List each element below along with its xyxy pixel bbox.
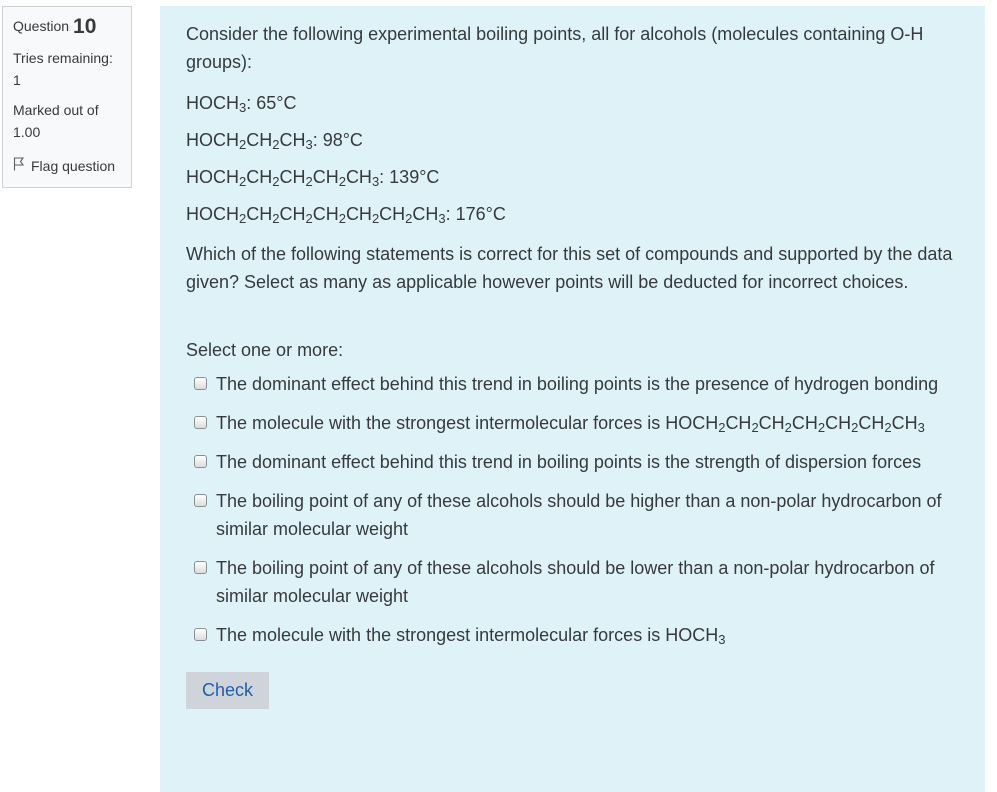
formula-group: HOCH [665, 413, 719, 433]
option-checkbox[interactable] [194, 416, 207, 429]
answer-option[interactable]: The molecule with the strongest intermol… [192, 621, 959, 649]
tries-remaining: Tries remaining: 1 [13, 47, 121, 91]
boiling-point-entry: HOCH2CH2CH2CH2CH2CH2CH3: 176°C [186, 197, 959, 234]
option-checkbox[interactable] [194, 455, 207, 468]
compound-formula: HOCH3 [186, 93, 246, 114]
formula-group: CH [891, 413, 918, 433]
formula-group: HOCH [186, 130, 239, 150]
option-text: The molecule with the strongest intermol… [216, 413, 666, 433]
compound-formula: HOCH3 [665, 625, 726, 647]
formula-group: CH [246, 204, 273, 224]
flag-question-link[interactable]: Flag question [13, 157, 121, 174]
formula-subscript: 3 [438, 211, 446, 226]
formula-group: CH [345, 167, 372, 187]
compound-formula: HOCH2CH2CH2CH2CH2CH2CH3 [665, 413, 925, 435]
formula-subscript: 3 [917, 420, 925, 435]
tries-value: 1 [13, 72, 21, 88]
boiling-point-value: : 176°C [445, 204, 506, 224]
formula-group: HOCH [186, 93, 239, 113]
formula-subscript: 2 [305, 211, 313, 226]
formula-group: HOCH [186, 204, 239, 224]
boiling-point-entry: HOCH2CH2CH2CH2CH3: 139°C [186, 160, 959, 197]
answer-options: The dominant effect behind this trend in… [186, 370, 959, 649]
option-text: The dominant effect behind this trend in… [216, 452, 922, 472]
formula-group: CH [791, 413, 818, 433]
formula-group: CH [725, 413, 752, 433]
option-checkbox[interactable] [194, 628, 207, 641]
compound-formula: HOCH2CH2CH3 [186, 130, 313, 152]
formula-group: CH [279, 204, 306, 224]
formula-group: CH [379, 204, 406, 224]
formula-group: CH [279, 130, 306, 150]
compound-formula: HOCH2CH2CH2CH2CH3 [186, 167, 379, 189]
formula-group: CH [858, 413, 885, 433]
formula-group: CH [312, 204, 339, 224]
marked-label: Marked out of [13, 102, 99, 118]
option-label: The boiling point of any of these alcoho… [216, 554, 956, 610]
formula-subscript: 2 [338, 211, 346, 226]
boiling-point-list: HOCH3: 65°C HOCH2CH2CH3: 98°C HOCH2CH2CH2C… [186, 86, 959, 234]
question-content: Consider the following experimental boil… [160, 6, 985, 792]
option-label: The molecule with the strongest intermol… [216, 621, 956, 649]
formula-group: CH [312, 167, 339, 187]
boiling-point-value: : 139°C [379, 167, 440, 187]
option-checkbox[interactable] [194, 561, 207, 574]
question-prompt: Consider the following experimental boil… [186, 24, 924, 72]
question-statement: Which of the following statements is cor… [186, 244, 953, 292]
formula-group: CH [412, 204, 439, 224]
compound-formula: HOCH2CH2CH2CH2CH2CH2CH3 [186, 204, 446, 226]
question-info-panel: Question 10 Tries remaining: 1 Marked out… [2, 6, 132, 188]
option-text: The boiling point of any of these alcoho… [216, 558, 935, 606]
option-checkbox[interactable] [194, 494, 207, 507]
boiling-point-entry: HOCH3: 65°C [186, 86, 959, 123]
boiling-point-value: : 65°C [246, 93, 297, 113]
formula-group: CH [758, 413, 785, 433]
answer-option[interactable]: The dominant effect behind this trend in… [192, 448, 959, 476]
formula-subscript: 2 [338, 174, 346, 189]
boiling-point-entry: HOCH2CH2CH3: 98°C [186, 123, 959, 160]
answer-option[interactable]: The molecule with the strongest intermol… [192, 409, 959, 437]
formula-subscript: 2 [884, 420, 892, 435]
question-label: Question [13, 18, 70, 34]
option-text: The molecule with the strongest intermol… [216, 625, 666, 645]
formula-subscript: 2 [751, 420, 759, 435]
formula-group: CH [825, 413, 852, 433]
boiling-point-value: : 98°C [312, 130, 363, 150]
question-number: 10 [73, 15, 97, 38]
marked-out-of: Marked out of 1.00 [13, 99, 121, 143]
option-label: The dominant effect behind this trend in… [216, 370, 956, 398]
answer-option[interactable]: The boiling point of any of these alcoho… [192, 554, 959, 610]
answer-option[interactable]: The boiling point of any of these alcoho… [192, 487, 959, 543]
tries-label: Tries remaining: [13, 50, 113, 66]
formula-subscript: 2 [784, 420, 792, 435]
formula-group: HOCH [665, 625, 719, 645]
option-label: The molecule with the strongest intermol… [216, 409, 956, 437]
formula-group: CH [246, 167, 273, 187]
formula-subscript: 2 [305, 174, 313, 189]
formula-group: CH [345, 204, 372, 224]
check-button[interactable]: Check [186, 672, 270, 709]
formula-group: CH [279, 167, 306, 187]
option-checkbox[interactable] [194, 377, 207, 390]
option-label: The dominant effect behind this trend in… [216, 448, 956, 476]
formula-group: HOCH [186, 167, 239, 187]
formula-subscript: 3 [305, 137, 313, 152]
question-number-heading: Question 10 [13, 15, 121, 39]
flag-question-label: Flag question [31, 157, 116, 174]
formula-subscript: 3 [718, 632, 726, 647]
select-hint: Select one or more: [186, 340, 344, 360]
formula-group: CH [246, 130, 273, 150]
option-label: The boiling point of any of these alcoho… [216, 487, 956, 543]
option-text: The boiling point of any of these alcoho… [216, 491, 942, 539]
option-text: The dominant effect behind this trend in… [216, 374, 939, 394]
flag-outline-icon [13, 157, 25, 174]
answer-option[interactable]: The dominant effect behind this trend in… [192, 370, 959, 398]
marked-value: 1.00 [13, 124, 41, 140]
